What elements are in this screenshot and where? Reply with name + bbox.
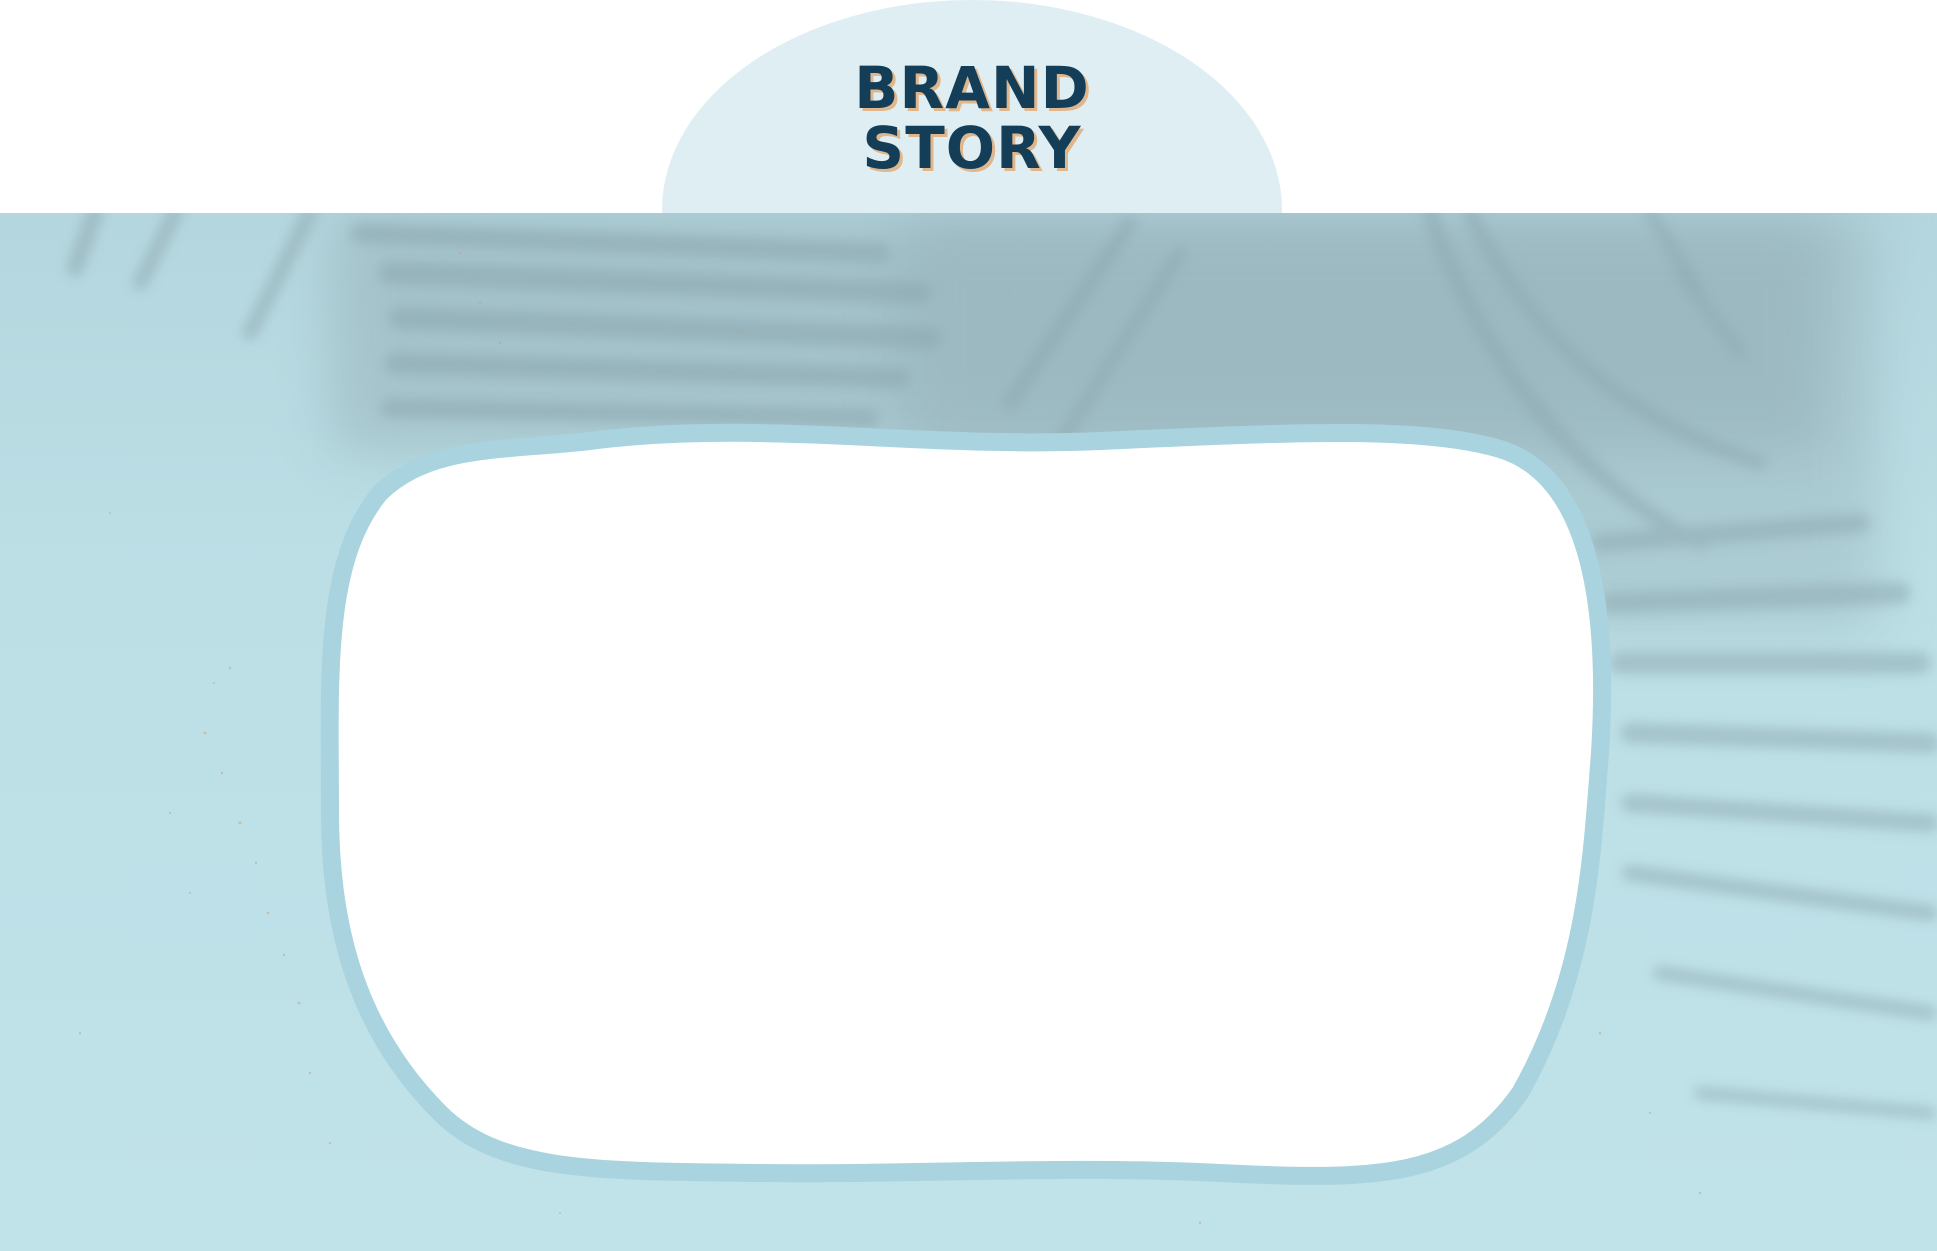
- title-line-story: STORY: [862, 114, 1082, 182]
- page-title: BRAND STORY: [662, 58, 1282, 178]
- title-line-brand: BRAND: [854, 54, 1090, 122]
- panel-artwork: [67, 213, 1937, 1225]
- textured-background-panel: [0, 213, 1937, 1251]
- content-frame-blob: [320, 423, 1612, 1185]
- brand-story-page: BRAND STORY: [0, 0, 1937, 1251]
